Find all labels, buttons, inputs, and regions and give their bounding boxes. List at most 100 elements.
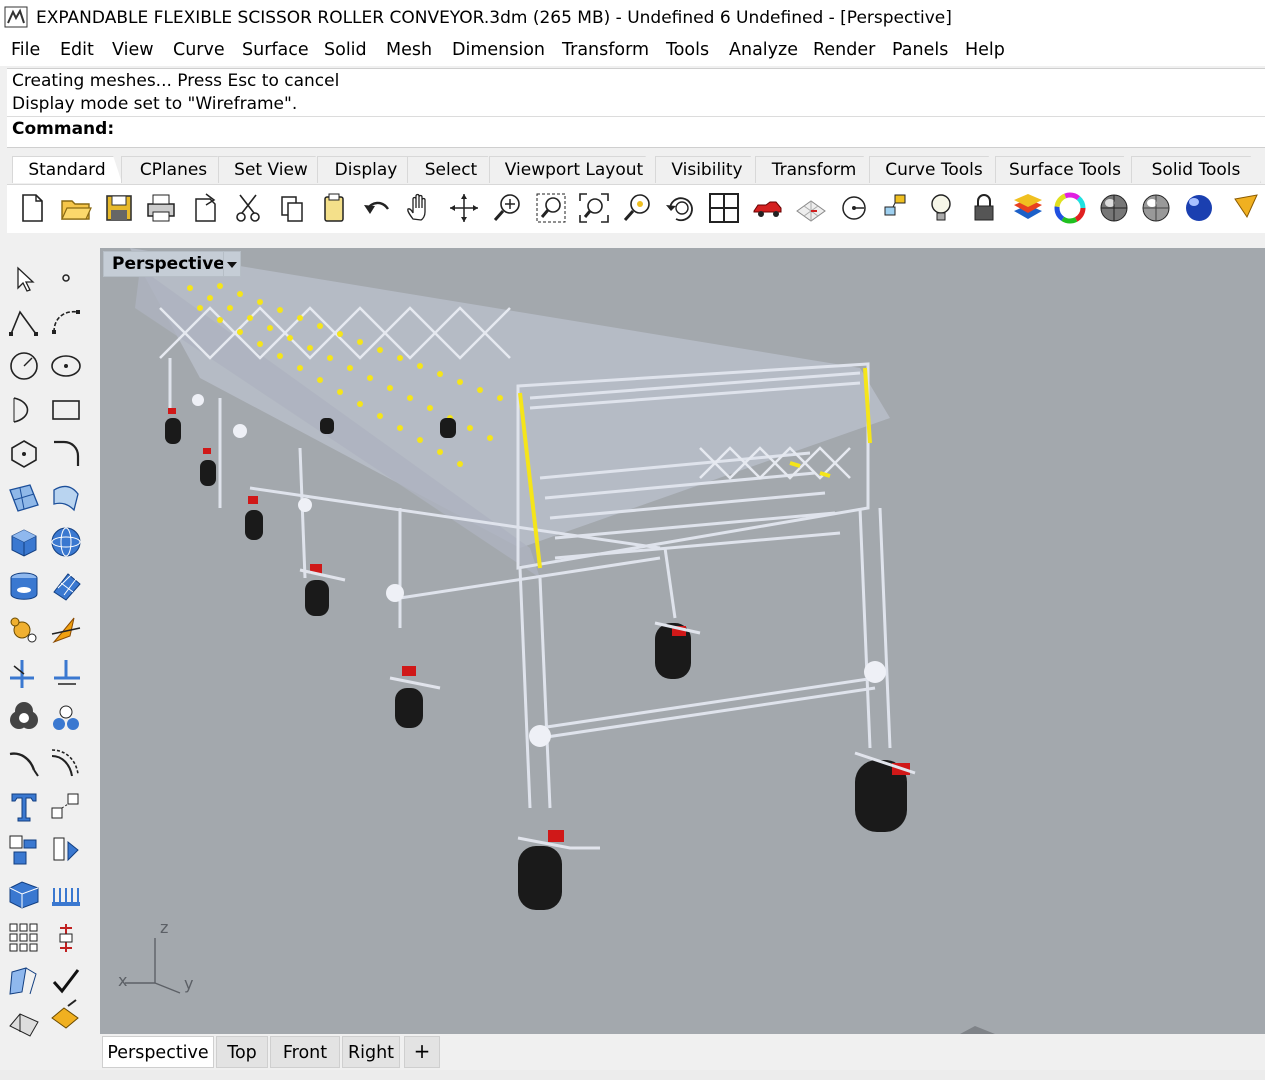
rotate-camera-icon[interactable] bbox=[664, 191, 698, 225]
viewport-menu-dropdown[interactable] bbox=[223, 251, 241, 277]
dimension-icon[interactable] bbox=[48, 920, 84, 956]
fillet-icon[interactable] bbox=[48, 436, 84, 472]
menu-solid[interactable]: Solid bbox=[324, 40, 367, 60]
curve-icon[interactable] bbox=[48, 304, 84, 340]
perspective-viewport[interactable]: z x y Perspective bbox=[100, 248, 1265, 1034]
print-icon[interactable] bbox=[144, 191, 178, 225]
menu-edit[interactable]: Edit bbox=[60, 40, 94, 60]
rhino-app-icon[interactable] bbox=[4, 6, 28, 28]
sphere-icon[interactable] bbox=[48, 524, 84, 560]
join-icon[interactable] bbox=[48, 656, 84, 692]
menu-panels[interactable]: Panels bbox=[892, 40, 948, 60]
menu-surface[interactable]: Surface bbox=[242, 40, 309, 60]
extrude-icon[interactable] bbox=[6, 876, 42, 912]
shaded-sphere-icon[interactable] bbox=[1097, 191, 1131, 225]
tab-transform[interactable]: Transform bbox=[755, 156, 873, 183]
tab-set-view[interactable]: Set View bbox=[218, 156, 324, 183]
group-icon[interactable] bbox=[6, 832, 42, 868]
check-icon[interactable] bbox=[48, 964, 84, 1000]
four-viewports-icon[interactable] bbox=[707, 191, 741, 225]
tab-cplanes[interactable]: CPlanes bbox=[121, 156, 226, 183]
menu-curve[interactable]: Curve bbox=[173, 40, 225, 60]
trim-icon[interactable] bbox=[48, 612, 84, 648]
viewport-title[interactable]: Perspective bbox=[103, 251, 225, 277]
new-document-icon[interactable] bbox=[15, 191, 49, 225]
box-icon[interactable] bbox=[6, 524, 42, 560]
add-viewport-tab-button[interactable]: + bbox=[404, 1036, 440, 1068]
split-icon[interactable] bbox=[6, 656, 42, 692]
tab-surface-tools[interactable]: Surface Tools bbox=[995, 156, 1135, 183]
analyze-icon[interactable] bbox=[6, 1006, 42, 1042]
tab-curve-tools[interactable]: Curve Tools bbox=[869, 156, 999, 183]
surface-corner-icon[interactable] bbox=[6, 480, 42, 516]
zoom-window-icon[interactable] bbox=[534, 191, 568, 225]
polyline-icon[interactable] bbox=[6, 304, 42, 340]
tab-display[interactable]: Display bbox=[317, 156, 415, 183]
lock-icon[interactable] bbox=[967, 191, 1001, 225]
copy-icon[interactable] bbox=[275, 191, 309, 225]
boolean-split-icon[interactable] bbox=[48, 700, 84, 736]
text-icon[interactable] bbox=[6, 788, 42, 824]
cylinder-icon[interactable] bbox=[6, 568, 42, 604]
menu-mesh[interactable]: Mesh bbox=[386, 40, 432, 60]
render-cone-icon[interactable] bbox=[1229, 191, 1263, 225]
polygon-icon[interactable] bbox=[6, 436, 42, 472]
surface-edge-icon[interactable] bbox=[48, 480, 84, 516]
command-prompt[interactable]: Command: bbox=[12, 119, 114, 139]
grid-options-icon[interactable] bbox=[794, 191, 828, 225]
explode-icon[interactable] bbox=[6, 612, 42, 648]
render-sphere-icon[interactable] bbox=[1182, 191, 1216, 225]
cplane-icon[interactable] bbox=[837, 191, 871, 225]
select-arrow-icon[interactable] bbox=[6, 260, 42, 296]
tab-visibility[interactable]: Visibility bbox=[655, 156, 759, 183]
open-folder-icon[interactable] bbox=[59, 191, 93, 225]
layer-icon[interactable] bbox=[1011, 191, 1045, 225]
point-icon[interactable] bbox=[48, 260, 84, 296]
zoom-dynamic-icon[interactable] bbox=[491, 191, 525, 225]
viewport-tab-front[interactable]: Front bbox=[270, 1036, 340, 1068]
zoom-extents-icon[interactable] bbox=[577, 191, 611, 225]
menu-tools[interactable]: Tools bbox=[666, 40, 709, 60]
import-icon[interactable] bbox=[189, 191, 223, 225]
circle-icon[interactable] bbox=[6, 348, 42, 384]
grid-array-icon[interactable] bbox=[6, 920, 42, 956]
rendered-sphere-icon[interactable] bbox=[1139, 191, 1173, 225]
boolean-union-icon[interactable] bbox=[6, 700, 42, 736]
menu-transform[interactable]: Transform bbox=[562, 40, 649, 60]
menu-help[interactable]: Help bbox=[965, 40, 1005, 60]
ellipse-icon[interactable] bbox=[48, 348, 84, 384]
viewport-tab-right[interactable]: Right bbox=[342, 1036, 400, 1068]
arc-icon[interactable] bbox=[6, 392, 42, 428]
cut-icon[interactable] bbox=[231, 191, 265, 225]
viewport-tab-top[interactable]: Top bbox=[216, 1036, 268, 1068]
color-wheel-icon[interactable] bbox=[1053, 191, 1087, 225]
tab-standard[interactable]: Standard bbox=[12, 156, 122, 183]
point-cloud-icon[interactable] bbox=[48, 876, 84, 912]
paint-bucket-icon[interactable] bbox=[48, 996, 84, 1032]
paste-icon[interactable] bbox=[317, 191, 351, 225]
cplane-3pt-icon[interactable] bbox=[6, 964, 42, 1000]
object-snap-icon[interactable] bbox=[881, 191, 915, 225]
rectangle-icon[interactable] bbox=[48, 392, 84, 428]
tab-solid-tools[interactable]: Solid Tools bbox=[1131, 156, 1261, 183]
menu-dimension[interactable]: Dimension bbox=[452, 40, 545, 60]
tab-viewport-layout[interactable]: Viewport Layout bbox=[489, 156, 659, 183]
array-curve-icon[interactable] bbox=[48, 744, 84, 780]
tab-select[interactable]: Select bbox=[407, 156, 495, 183]
mesh-plane-icon[interactable] bbox=[48, 568, 84, 604]
viewport-tab-perspective[interactable]: Perspective bbox=[102, 1036, 214, 1068]
mirror-icon[interactable] bbox=[48, 832, 84, 868]
pan-hand-icon[interactable] bbox=[403, 191, 437, 225]
zoom-selected-icon[interactable] bbox=[621, 191, 655, 225]
undo-icon[interactable] bbox=[360, 191, 394, 225]
menu-view[interactable]: View bbox=[112, 40, 154, 60]
menu-render[interactable]: Render bbox=[813, 40, 875, 60]
scale-icon[interactable] bbox=[48, 788, 84, 824]
save-icon[interactable] bbox=[102, 191, 136, 225]
rotate-view-icon[interactable] bbox=[447, 191, 481, 225]
car-icon[interactable] bbox=[751, 191, 785, 225]
menu-file[interactable]: File bbox=[11, 40, 40, 60]
light-bulb-icon[interactable] bbox=[924, 191, 958, 225]
menu-analyze[interactable]: Analyze bbox=[729, 40, 798, 60]
offset-curve-icon[interactable] bbox=[6, 744, 42, 780]
